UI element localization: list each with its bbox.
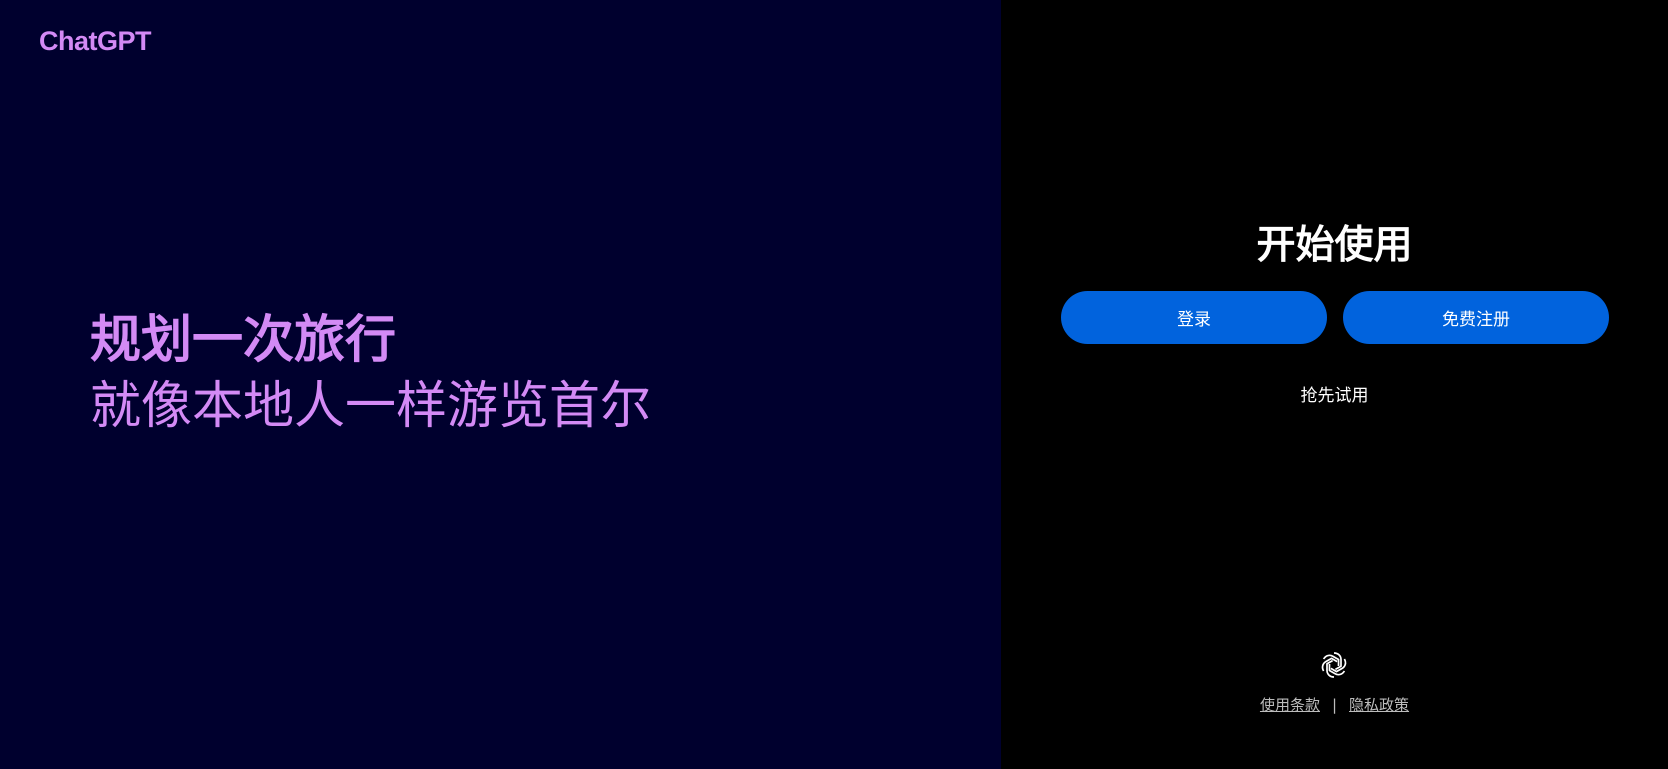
auth-panel: 开始使用 登录 免费注册 抢先试用 使用条款 | 隐私政策 [1001,0,1668,769]
hero-headline-line1: 规划一次旅行 [90,311,397,370]
brand-logo-text[interactable]: ChatGPT [39,26,152,57]
try-first-link[interactable]: 抢先试用 [1001,381,1668,406]
privacy-policy-link[interactable]: 隐私政策 [1349,696,1409,714]
openai-logo-icon [1319,652,1349,678]
footer-links: 使用条款 | 隐私政策 [1001,694,1668,715]
terms-of-use-link[interactable]: 使用条款 [1260,696,1320,714]
footer-separator: | [1331,696,1338,714]
hero-panel: ChatGPT 规划一次旅行 就像本地人一样游览首尔 [0,0,1001,769]
hero-headline-line2: 就像本地人一样游览首尔 [90,377,652,436]
page: ChatGPT 规划一次旅行 就像本地人一样游览首尔 开始使用 登录 免费注册 … [0,0,1668,769]
signup-button[interactable]: 免费注册 [1343,291,1609,344]
login-button[interactable]: 登录 [1061,291,1327,344]
auth-button-row: 登录 免费注册 [1061,291,1609,344]
hero-headline: 规划一次旅行 就像本地人一样游览首尔 [90,308,651,440]
get-started-title: 开始使用 [1256,223,1413,268]
